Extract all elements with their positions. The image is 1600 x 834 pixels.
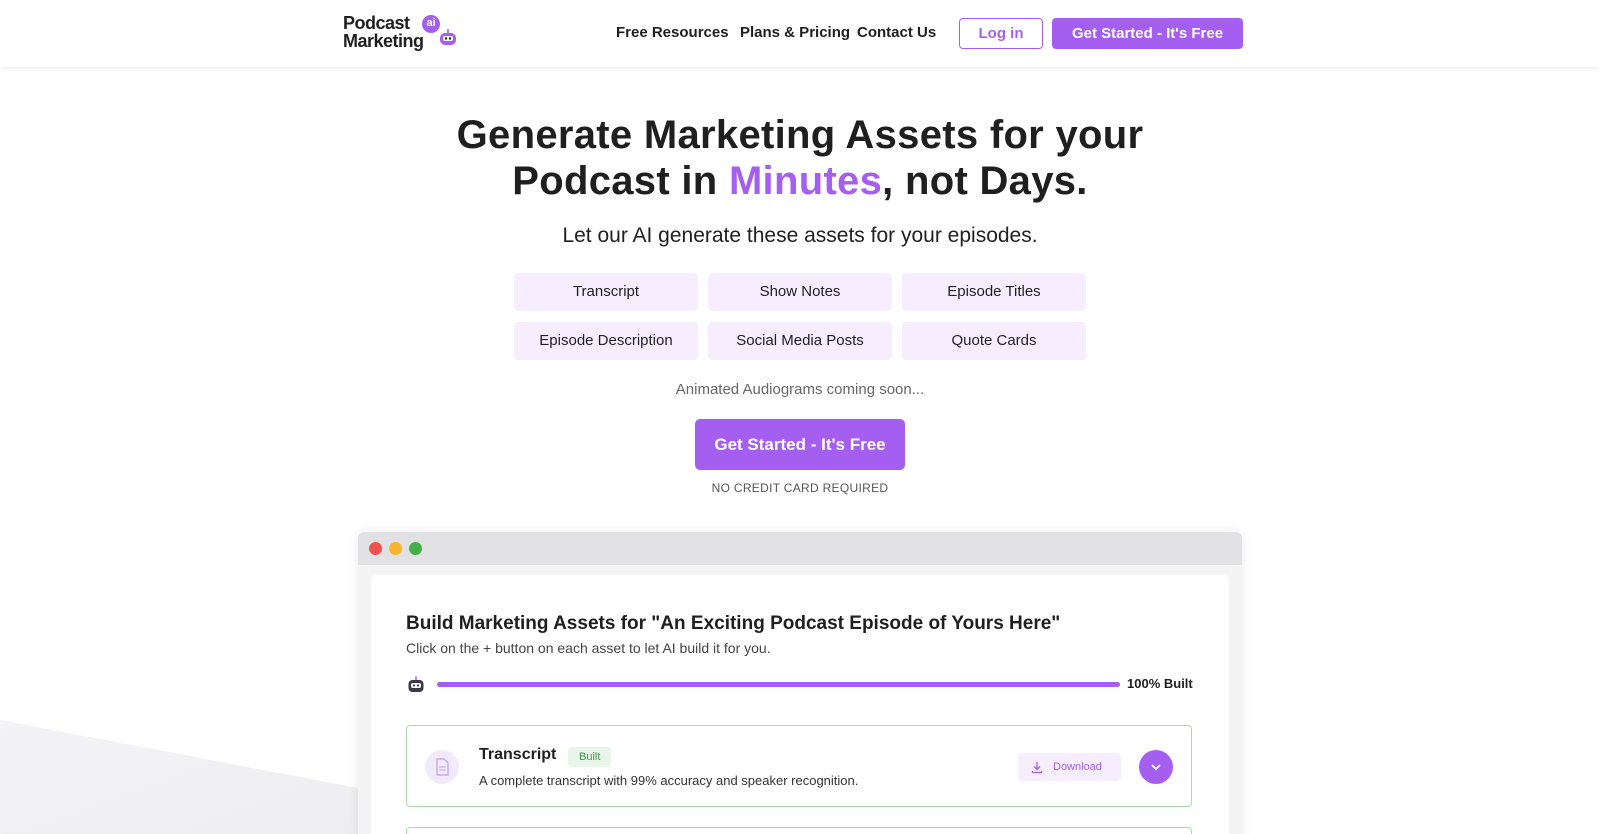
no-credit-card-note: NO CREDIT CARD REQUIRED [711, 481, 889, 495]
window-minimize-dot [389, 542, 402, 555]
asset-chip-social-media-posts: Social Media Posts [708, 322, 892, 360]
download-button[interactable]: Download [1018, 753, 1121, 781]
preview-page: Build Marketing Assets for "An Exciting … [371, 575, 1229, 834]
nav-contact-us[interactable]: Contact Us [857, 24, 936, 41]
asset-card-transcript: Transcript Built A complete transcript w… [406, 725, 1192, 807]
download-icon [1031, 762, 1043, 774]
nav-plans-pricing[interactable]: Plans & Pricing [740, 24, 850, 41]
asset-card-name: Transcript [479, 746, 557, 763]
hero-title-line1: Generate Marketing Assets for your [456, 113, 1144, 157]
site-header: Podcast ai Marketing Free Resources Plan… [0, 0, 1600, 67]
robot-icon [408, 676, 424, 692]
nav-free-resources[interactable]: Free Resources [616, 24, 729, 41]
coming-soon-note: Animated Audiograms coming soon... [675, 381, 925, 398]
build-progress-bar [437, 682, 1120, 687]
hero-subtitle: Let our AI generate these assets for you… [562, 224, 1038, 247]
logo[interactable]: Podcast ai Marketing [343, 14, 461, 52]
hero-title-accent: Minutes [728, 159, 883, 203]
login-button[interactable]: Log in [959, 18, 1043, 49]
asset-chip-episode-titles: Episode Titles [902, 273, 1086, 311]
hero-title-pre: Podcast in [512, 159, 729, 203]
asset-chip-transcript: Transcript [514, 273, 698, 311]
hero-title-post: , not Days. [882, 159, 1088, 203]
window-close-dot [369, 542, 382, 555]
build-progress-fill [437, 682, 1120, 687]
preview-hint: Click on the + button on each asset to l… [406, 640, 771, 656]
download-label: Download [1053, 761, 1102, 773]
asset-chip-show-notes: Show Notes [708, 273, 892, 311]
asset-card-description: A complete transcript with 99% accuracy … [479, 773, 859, 788]
document-icon [425, 750, 459, 784]
asset-chip-quote-cards: Quote Cards [902, 322, 1086, 360]
asset-card-next [406, 827, 1192, 834]
get-started-hero-button[interactable]: Get Started - It's Free [695, 419, 905, 470]
preview-title: Build Marketing Assets for "An Exciting … [406, 613, 1061, 634]
logo-text-marketing: Marketing [343, 31, 424, 51]
expand-button[interactable] [1139, 750, 1173, 784]
window-title-bar [358, 532, 1242, 565]
status-badge: Built [568, 747, 612, 767]
window-maximize-dot [409, 542, 422, 555]
app-preview-window: Build Marketing Assets for "An Exciting … [358, 532, 1242, 834]
chevron-down-icon [1151, 764, 1161, 771]
get-started-header-button[interactable]: Get Started - It's Free [1052, 18, 1243, 49]
build-progress-label: 100% Built [1127, 676, 1193, 691]
background-shape [0, 720, 360, 834]
robot-icon [440, 29, 456, 45]
hero-title-line2: Podcast in Minutes, not Days. [0, 158, 1600, 204]
hero-title: Generate Marketing Assets for your Podca… [0, 112, 1600, 204]
asset-chip-episode-description: Episode Description [514, 322, 698, 360]
